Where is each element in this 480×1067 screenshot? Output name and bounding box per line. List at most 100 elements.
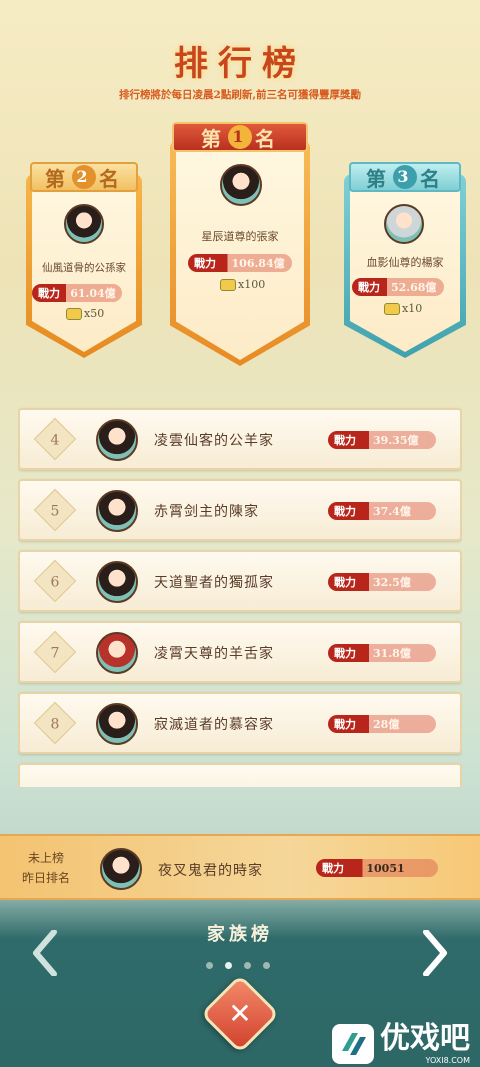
power-value: 31.8億: [373, 647, 411, 660]
power-badge: 戰力 39.35億: [328, 431, 436, 449]
power-label: 戰力: [334, 576, 356, 589]
page-dot[interactable]: [244, 962, 251, 969]
my-family-name: 夜叉鬼君的時家: [158, 863, 263, 879]
rank-banner-2: 第 2 名: [30, 162, 138, 192]
player-name: 血影仙尊的楊家: [366, 256, 444, 269]
rank-number: 5: [50, 503, 60, 520]
my-rank-status: 未上榜 昨日排名: [18, 848, 74, 888]
power-value: 39.35億: [373, 434, 419, 447]
rank-number: 4: [50, 432, 60, 449]
rank-prefix: 第: [366, 166, 390, 191]
power-value: 37.4億: [373, 505, 411, 518]
rank-suffix: 名: [99, 166, 123, 191]
podium-rank-3[interactable]: 第 3 名 血影仙尊的楊家 戰力 52.68億 x10: [344, 152, 466, 358]
rank-prefix: 第: [201, 126, 225, 151]
list-item-partial[interactable]: [18, 763, 462, 787]
podium-rank-2[interactable]: 第 2 名 仙風道骨的公孫家 戰力 61.04億 x50: [26, 152, 142, 358]
watermark-site: YOXI8.COM: [425, 1056, 471, 1065]
avatar: [64, 204, 104, 244]
power-value: 61.04億: [70, 287, 116, 300]
rank-banner-1: 第 1 名: [172, 122, 308, 152]
power-badge: 戰力 31.8億: [328, 644, 436, 662]
page-indicator: [206, 962, 270, 969]
avatar: [96, 561, 138, 603]
player-name: 凌霄天尊的羊舌家: [154, 646, 274, 662]
power-value: 52.68億: [390, 281, 437, 294]
page-title: 排行榜: [174, 44, 306, 84]
ranking-list[interactable]: 4 凌雲仙客的公羊家 戰力 39.35億 5 赤霄剑主的陳家 戰力 37.4億 6 …: [18, 405, 462, 787]
rank-prefix: 第: [45, 166, 69, 191]
rank-badge: 7: [33, 630, 77, 674]
page-dot[interactable]: [206, 962, 213, 969]
power-label: 戰力: [334, 718, 356, 731]
podium-rank-1[interactable]: 第 1 名 星辰道尊的張家 戰力 106.84億 x100: [170, 118, 310, 366]
list-item[interactable]: 8 寂滅道者的慕容家 戰力 28億: [18, 692, 462, 754]
power-badge: 戰力 52.68億: [352, 278, 444, 296]
avatar: [96, 632, 138, 674]
rank-suffix: 名: [255, 126, 279, 151]
yesterday-rank-label: 昨日排名: [21, 871, 70, 885]
power-label: 戰力: [358, 281, 380, 294]
rank-number: 7: [50, 645, 60, 662]
player-name: 星辰道尊的張家: [201, 230, 279, 243]
watermark-brand: 优戏吧: [380, 1021, 470, 1056]
player-name: 赤霄剑主的陳家: [154, 504, 259, 520]
reward-count: x50: [84, 307, 105, 320]
list-item[interactable]: 6 天道聖者的獨孤家 戰力 32.5億: [18, 550, 462, 612]
power-label: 戰力: [334, 505, 356, 518]
reward: x100: [220, 278, 265, 291]
avatar: [96, 419, 138, 461]
list-item[interactable]: 7 凌霄天尊的羊舌家 戰力 31.8億: [18, 621, 462, 683]
page-dot-active[interactable]: [225, 962, 232, 969]
chevron-right-icon[interactable]: [422, 930, 448, 976]
power-label: 戰力: [194, 257, 216, 270]
reward: x10: [384, 302, 422, 315]
close-icon: ✕: [228, 997, 252, 1030]
rank-banner-3: 第 3 名: [349, 162, 461, 192]
avatar: [384, 204, 424, 244]
rank-badge: 5: [33, 488, 77, 532]
reward-coin-icon: [66, 307, 82, 320]
power-badge: 戰力 61.04億: [32, 284, 122, 302]
player-name: 凌雲仙客的公羊家: [154, 433, 274, 449]
watermark: 优戏吧 YOXI8.COM: [332, 1022, 470, 1065]
power-value: 10051: [366, 861, 405, 875]
my-rank-bar: 未上榜 昨日排名 夜叉鬼君的時家 戰力 10051: [0, 834, 480, 900]
page-subtitle: 排行榜將於每日凌晨2點刷新,前三名可獲得豐厚獎勵: [119, 89, 361, 101]
rank-badge: 4: [33, 417, 77, 461]
rank-number: 3: [393, 165, 417, 189]
reward-coin-icon: [384, 302, 400, 315]
rank-number: 8: [50, 716, 60, 733]
my-avatar: [100, 848, 142, 890]
tab-title: 家族榜: [207, 924, 273, 945]
power-label: 戰力: [334, 647, 356, 660]
power-badge: 戰力 106.84億: [188, 254, 292, 272]
power-value: 28億: [373, 718, 400, 731]
player-name: 寂滅道者的慕容家: [154, 717, 274, 733]
list-item[interactable]: 4 凌雲仙客的公羊家 戰力 39.35億: [18, 408, 462, 470]
power-label: 戰力: [322, 862, 344, 875]
rank-number: 6: [50, 574, 60, 591]
rank-number: 2: [72, 165, 96, 189]
power-label: 戰力: [334, 434, 356, 447]
reward: x50: [66, 307, 104, 320]
power-badge: 戰力 37.4億: [328, 502, 436, 520]
page-dot[interactable]: [263, 962, 270, 969]
reward-coin-icon: [220, 278, 236, 291]
list-item[interactable]: 5 赤霄剑主的陳家 戰力 37.4億: [18, 479, 462, 541]
rank-number: 1: [228, 125, 252, 149]
close-button[interactable]: ✕: [200, 974, 280, 1054]
rank-suffix: 名: [420, 166, 444, 191]
reward-count: x100: [238, 278, 266, 291]
player-name: 仙風道骨的公孫家: [42, 262, 126, 274]
power-badge: 戰力 32.5億: [328, 573, 436, 591]
watermark-logo-icon: [332, 1023, 374, 1064]
my-power-badge: 戰力 10051: [316, 859, 438, 877]
unranked-label: 未上榜: [27, 851, 64, 865]
power-badge: 戰力 28億: [328, 715, 436, 733]
rank-badge: 6: [33, 559, 77, 603]
power-label: 戰力: [38, 287, 60, 300]
rank-badge: 8: [33, 701, 77, 745]
reward-count: x10: [402, 302, 423, 315]
avatar: [220, 164, 262, 206]
